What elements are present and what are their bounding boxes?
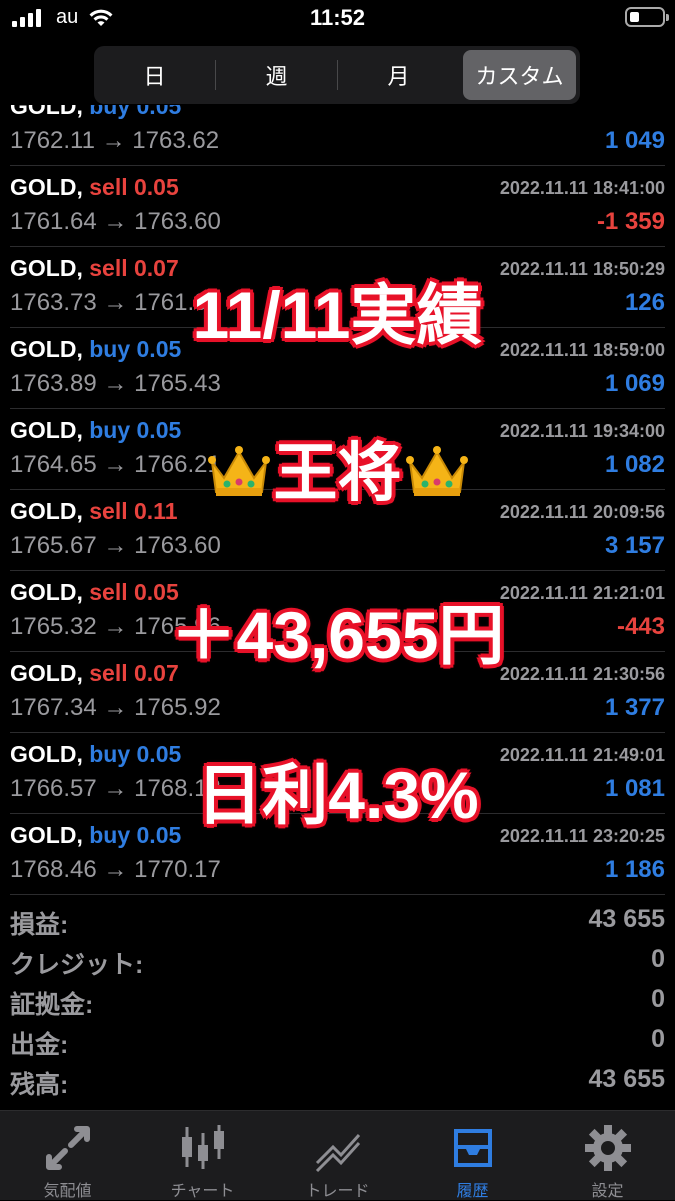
trade-symbol: GOLD, buy 0.05: [10, 105, 181, 120]
overlay-caption-daily-rate: 日利4.3%: [196, 758, 479, 832]
battery-icon: [625, 7, 669, 27]
trade-prices: 1768.46 → 1770.17: [10, 856, 221, 883]
tab-label: 設定: [591, 1183, 624, 1200]
summary-label: 出金:: [10, 1031, 69, 1059]
summary-value: 43 655: [588, 905, 665, 933]
history-icon: [453, 1129, 492, 1167]
segment-week[interactable]: 週: [220, 50, 333, 100]
trade-profit: 1 069: [604, 370, 665, 397]
chart-icon: [181, 1125, 224, 1169]
bottom-tab-bar: 気配値 チャート トレード 履歴 設定: [0, 1110, 675, 1200]
segment-day[interactable]: 日: [98, 50, 211, 100]
tab-settings[interactable]: 設定: [540, 1111, 675, 1200]
trade-time: 2022.11.11 18:41:00: [499, 178, 665, 198]
clock: 11:52: [309, 5, 366, 30]
trade-prices: 1761.64 → 1763.60: [10, 208, 221, 235]
summary-label: クレジット:: [10, 951, 144, 979]
summary-value: 0: [651, 1025, 665, 1053]
history-summary: 損益: 43 655 クレジット: 0 証拠金: 0 出金: 0 残高: 43 655: [0, 905, 675, 1105]
segment-custom[interactable]: カスタム: [463, 50, 576, 100]
symbol-name: GOLD,: [10, 105, 83, 119]
tab-label: チャート: [170, 1183, 235, 1200]
trade-profit: 3 157: [604, 532, 665, 559]
summary-row: 証拠金: 0: [0, 985, 675, 1025]
summary-label: 証拠金:: [10, 991, 94, 1019]
summary-label: 損益:: [10, 911, 69, 939]
trade-profit: 1 186: [604, 856, 665, 883]
overlay-caption-profit: ＋43,655円: [170, 598, 505, 672]
overlay-caption-date: 11/11実績: [192, 278, 483, 352]
tab-quotes[interactable]: 気配値: [0, 1111, 135, 1200]
summary-row: 損益: 43 655: [0, 905, 675, 945]
tab-label: 履歴: [456, 1183, 489, 1200]
summary-value: 43 655: [588, 1065, 665, 1093]
divider: [215, 60, 216, 90]
crown-icon: [405, 441, 468, 515]
trade-side-volume: buy 0.05: [89, 105, 182, 119]
trade-row[interactable]: GOLD, buy 0.05 1762.11 → 1763.62 1 049: [0, 105, 675, 166]
summary-row: クレジット: 0: [0, 945, 675, 985]
summary-value: 0: [651, 945, 665, 973]
crown-icon: [207, 441, 270, 515]
trade-row[interactable]: GOLD, sell 0.05 2022.11.11 18:41:00 1761.6…: [0, 166, 675, 247]
gear-icon: [584, 1125, 631, 1171]
summary-value: 0: [651, 985, 665, 1013]
symbol-name: GOLD,: [10, 174, 83, 200]
trade-profit: 1 049: [604, 127, 665, 154]
overlay-ousho-text: 王将: [273, 437, 402, 509]
summary-label: 残高:: [10, 1071, 69, 1099]
trade-profit: 1 377: [604, 694, 665, 721]
trade-prices: 1763.89 → 1765.43: [10, 370, 221, 397]
quotes-icon: [45, 1126, 90, 1170]
trade-icon: [315, 1133, 360, 1173]
tab-label: トレード: [305, 1183, 370, 1200]
trade-side-volume: sell 0.05: [89, 174, 179, 200]
period-segmented-control: 日 週 月 カスタム: [94, 46, 580, 104]
overlay-caption-ousho: 王将: [0, 422, 675, 515]
status-bar: au 11:52: [0, 0, 675, 40]
segment-month[interactable]: 月: [342, 50, 455, 100]
tab-history[interactable]: 履歴: [405, 1111, 540, 1200]
divider: [337, 60, 338, 90]
trade-prices: 1765.67 → 1763.60: [10, 532, 221, 559]
row-divider: [10, 894, 665, 895]
summary-row: 残高: 43 655: [0, 1065, 675, 1105]
trade-symbol: GOLD, sell 0.05: [10, 174, 179, 201]
trade-prices: 1767.34 → 1765.92: [10, 694, 221, 721]
trade-profit: -1 359: [596, 208, 665, 235]
tab-label: 気配値: [43, 1183, 92, 1200]
tab-chart[interactable]: チャート: [135, 1111, 270, 1200]
summary-row: 出金: 0: [0, 1025, 675, 1065]
trade-prices: 1762.11 → 1763.62: [10, 127, 220, 154]
tab-trade[interactable]: トレード: [270, 1111, 405, 1200]
